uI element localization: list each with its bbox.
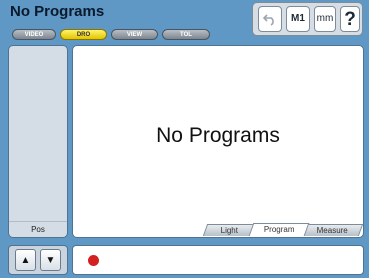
- tab-measure[interactable]: Measure: [302, 224, 364, 236]
- position-panel: Pos: [8, 45, 68, 238]
- tab-light-label: Light: [220, 226, 239, 235]
- help-button[interactable]: ?: [340, 6, 360, 32]
- undo-arrow-icon: [262, 14, 274, 26]
- page-title: No Programs: [10, 3, 105, 20]
- tab-tol[interactable]: TOL: [162, 29, 210, 40]
- divider: [9, 221, 67, 222]
- top-toolbar: M1 mm ?: [252, 2, 363, 36]
- tab-view[interactable]: VIEW: [111, 29, 158, 40]
- undo-button[interactable]: [258, 6, 282, 32]
- arrow-down-icon: ▼: [45, 255, 56, 266]
- tab-program[interactable]: Program: [248, 223, 310, 236]
- tab-program-label: Program: [263, 225, 295, 234]
- tab-measure-label: Measure: [317, 226, 349, 235]
- empty-message: No Programs: [156, 124, 280, 147]
- scroll-up-button[interactable]: ▲: [15, 249, 36, 271]
- tab-video[interactable]: VIDEO: [12, 29, 56, 40]
- program-subtabs: Light Program Measure: [202, 222, 364, 236]
- scroll-down-button[interactable]: ▼: [40, 249, 61, 271]
- scroll-nav: ▲ ▼: [8, 245, 68, 275]
- program-panel: No Programs Light Program Measure: [72, 45, 364, 238]
- tab-dro[interactable]: DRO: [60, 29, 107, 40]
- arrow-up-icon: ▲: [20, 255, 31, 266]
- command-bar[interactable]: [72, 245, 364, 275]
- m1-button[interactable]: M1: [286, 6, 310, 32]
- pos-label: Pos: [31, 225, 45, 234]
- units-button[interactable]: mm: [314, 6, 336, 32]
- record-indicator-icon[interactable]: [88, 255, 99, 266]
